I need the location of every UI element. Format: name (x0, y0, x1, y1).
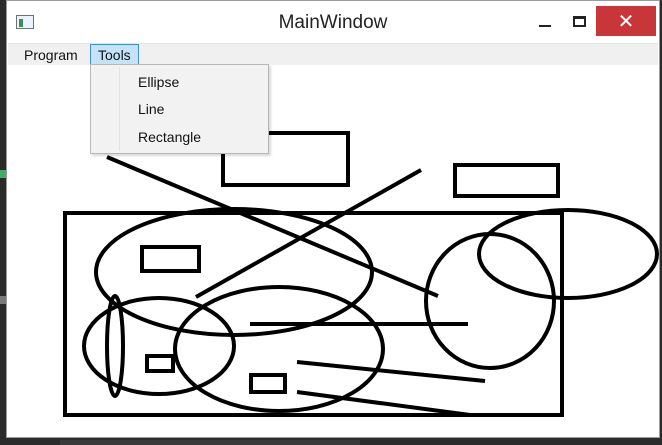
menu-bar: Program Tools (8, 43, 658, 67)
shape-line[interactable] (296, 360, 486, 383)
shape-ellipse[interactable] (424, 232, 556, 370)
shape-ellipse[interactable] (105, 294, 125, 398)
minimize-icon (539, 25, 551, 27)
shape-ellipse[interactable] (94, 207, 374, 337)
shape-line[interactable] (106, 155, 439, 298)
main-window: MainWindow ✕ Program Tools Ellipse Line … (6, 0, 660, 438)
minimize-button[interactable] (528, 6, 562, 36)
menu-item-ellipse[interactable]: Ellipse (93, 69, 266, 95)
maximize-icon (572, 15, 586, 27)
background-taskbar-strip (60, 440, 360, 445)
tools-dropdown-menu: Ellipse Line Rectangle (90, 64, 269, 154)
menu-program[interactable]: Program (17, 44, 85, 66)
title-bar[interactable]: MainWindow ✕ (7, 1, 659, 43)
close-button[interactable]: ✕ (596, 6, 656, 36)
app-icon[interactable] (16, 15, 34, 29)
shape-line[interactable] (195, 168, 422, 299)
shape-rectangle[interactable] (145, 354, 175, 373)
close-icon: ✕ (617, 10, 635, 33)
shape-ellipse[interactable] (477, 208, 659, 300)
menu-item-line[interactable]: Line (93, 96, 266, 122)
shape-rectangle[interactable] (249, 373, 287, 394)
menu-item-rectangle[interactable]: Rectangle (93, 124, 266, 150)
shape-rectangle[interactable] (140, 245, 201, 273)
shape-rectangle[interactable] (453, 163, 560, 198)
maximize-button[interactable] (562, 6, 596, 36)
